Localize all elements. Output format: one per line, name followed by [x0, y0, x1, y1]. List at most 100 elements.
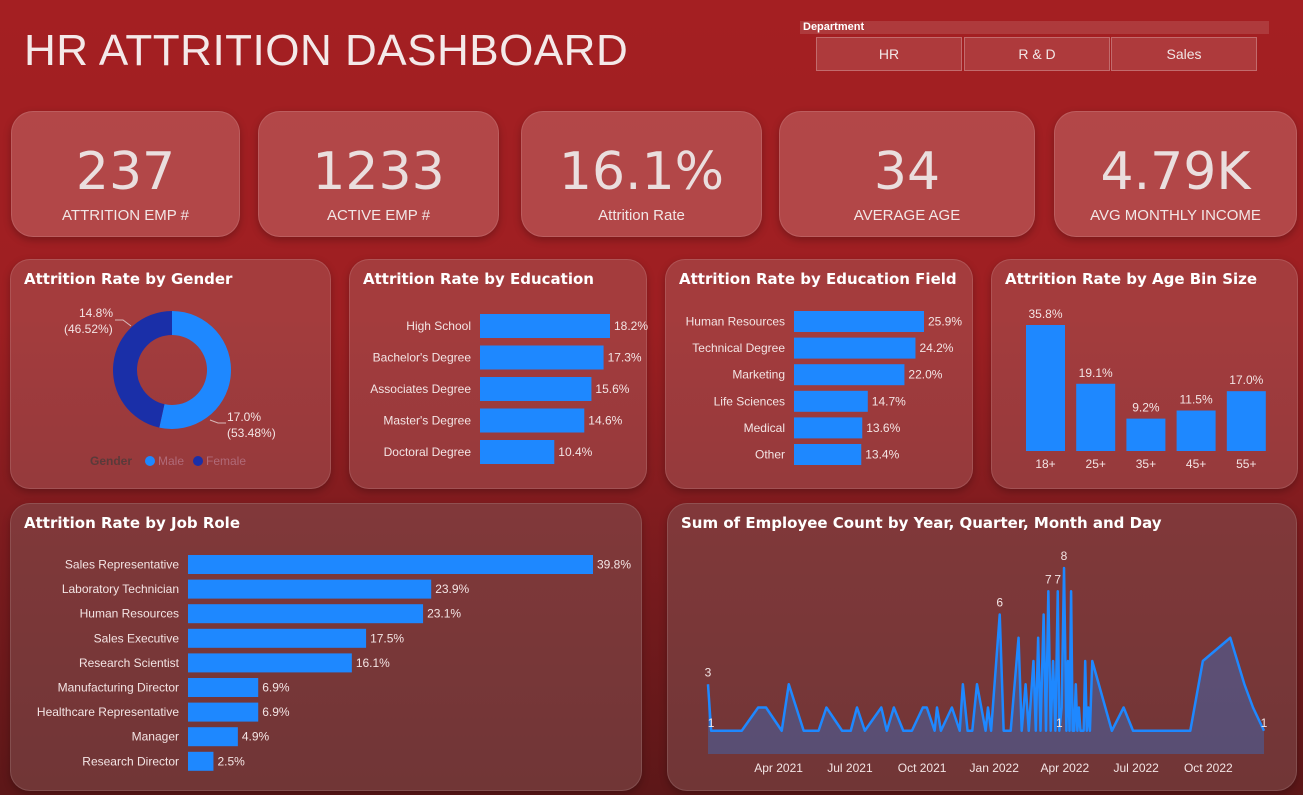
kpi-label: AVERAGE AGE	[853, 207, 961, 224]
department-option-sales[interactable]: Sales	[1111, 37, 1257, 71]
point-label: 1	[1261, 716, 1268, 730]
x-tick-label: Apr 2021	[754, 761, 803, 775]
data-label: 2.5%	[217, 754, 245, 768]
x-tick-label: Oct 2022	[1184, 761, 1233, 775]
data-label: 39.8%	[597, 558, 631, 572]
category-label: High School	[406, 319, 471, 333]
data-label: 23.1%	[427, 607, 461, 621]
category-label: 35+	[1136, 457, 1156, 471]
bar	[794, 311, 924, 332]
bar	[794, 337, 916, 359]
department-option-hr[interactable]: HR	[816, 37, 962, 71]
x-tick-label: Jan 2022	[970, 761, 1020, 775]
age-bin-column-chart: 35.8% 18+ 19.1% 25+ 9.2% 35+ 11.5% 45+ 17.0% 55+	[1026, 307, 1266, 471]
category-label: Healthcare Representative	[37, 705, 179, 719]
category-label: Human Resources	[686, 315, 785, 329]
data-label: 17.0%	[227, 410, 261, 424]
category-label: Marketing	[732, 368, 785, 382]
kpi-value: 1233	[312, 142, 445, 202]
column	[1226, 391, 1266, 451]
data-label: 17.3%	[608, 351, 642, 365]
data-label: 25.9%	[928, 315, 962, 329]
kpi-value: 16.1%	[558, 142, 725, 202]
column	[1126, 418, 1166, 451]
bar	[188, 604, 424, 624]
point-label: 8	[1061, 549, 1068, 563]
category-label: 18+	[1035, 457, 1055, 471]
category-label: Research Scientist	[79, 656, 180, 670]
bar	[794, 417, 863, 439]
job-role-bar-chart: Sales Representative 39.8% Laboratory Tech…	[37, 555, 631, 771]
column	[1026, 325, 1065, 451]
category-label: Doctoral Degree	[384, 445, 472, 459]
bar	[480, 440, 555, 464]
point-label: 1	[708, 716, 715, 730]
gender-donut-chart: Gender Male Female 17.0% (53.48%) 14.8% (46…	[64, 306, 276, 468]
legend-male-label: Male	[158, 454, 184, 468]
department-slicer-header	[800, 21, 1269, 34]
education-chart-panel: Attrition Rate by Education High School 1…	[349, 259, 648, 489]
data-label: 11.5%	[1180, 393, 1213, 407]
data-label: (46.52%)	[64, 322, 113, 336]
bar	[480, 377, 592, 401]
data-label: 13.4%	[865, 448, 899, 462]
kpi-card-attrition-rate: 16.1% Attrition Rate	[521, 111, 762, 237]
employee-count-chart-panel: Sum of Employee Count by Year, Quarter, …	[667, 503, 1297, 791]
category-label: Bachelor's Degree	[373, 351, 472, 365]
bar	[480, 314, 610, 338]
data-label: 24.2%	[919, 341, 953, 355]
category-label: Technical Degree	[692, 341, 785, 355]
legend-female-marker	[193, 456, 203, 466]
data-label: (53.48%)	[227, 426, 276, 440]
bar	[188, 628, 367, 648]
data-label: 15.6%	[595, 382, 629, 396]
category-label: Sales Executive	[94, 631, 180, 645]
category-label: Sales Representative	[65, 558, 179, 572]
bar	[794, 364, 905, 386]
kpi-value: 4.79K	[1100, 142, 1251, 202]
bar	[794, 390, 868, 412]
kpi-card-active-count: 1233 ACTIVE EMP #	[258, 111, 499, 237]
employee-count-area-chart: 3 1 6 7 78 1 1 Apr 2021 Jul 2021 Oct 2021 Jan 2022…	[705, 549, 1268, 775]
kpi-value: 34	[873, 142, 941, 202]
x-tick-label: Apr 2022	[1040, 761, 1089, 775]
data-label: 14.6%	[588, 414, 622, 428]
kpi-label: ATTRITION EMP #	[62, 207, 189, 224]
data-label: 23.9%	[435, 582, 469, 596]
point-label: 6	[996, 596, 1003, 610]
bar	[188, 653, 352, 673]
column	[1076, 383, 1116, 451]
department-option-rd[interactable]: R & D	[964, 37, 1110, 71]
category-label: Research Director	[82, 754, 179, 768]
data-label: 16.1%	[356, 656, 390, 670]
x-tick-label: Jul 2021	[827, 761, 873, 775]
data-label: 4.9%	[242, 730, 270, 744]
bar	[188, 751, 214, 771]
data-label: 17.0%	[1229, 373, 1263, 387]
page-title: HR ATTRITION DASHBOARD	[24, 26, 629, 75]
kpi-value: 237	[75, 142, 176, 202]
age-bin-chart-panel: Attrition Rate by Age Bin Size 35.8% 18+ 1…	[991, 259, 1298, 489]
data-label: 17.5%	[370, 631, 404, 645]
category-label: 45+	[1186, 457, 1206, 471]
bar	[794, 444, 862, 465]
category-label: Associates Degree	[370, 382, 471, 396]
data-label: 6.9%	[262, 705, 290, 719]
gender-chart-panel: Attrition Rate by Gender Gender Male Fem…	[10, 259, 331, 489]
kpi-label: AVG MONTHLY INCOME	[1090, 207, 1261, 224]
data-label: 9.2%	[1132, 401, 1160, 415]
category-label: Manager	[132, 730, 179, 744]
category-label: Other	[755, 448, 785, 462]
category-label: Medical	[744, 421, 785, 435]
data-label: 13.6%	[866, 421, 900, 435]
data-label: 19.1%	[1079, 366, 1113, 380]
bar	[188, 702, 259, 722]
point-label: 3	[705, 665, 712, 679]
education-field-chart-panel: Attrition Rate by Education Field Human …	[665, 259, 973, 489]
point-label: 7	[1045, 572, 1052, 586]
data-label: 14.8%	[79, 306, 113, 320]
legend-title: Gender	[90, 454, 132, 468]
x-tick-label: Jul 2022	[1113, 761, 1159, 775]
point-label: 1	[1056, 716, 1063, 730]
kpi-card-average-age: 34 AVERAGE AGE	[779, 111, 1035, 237]
